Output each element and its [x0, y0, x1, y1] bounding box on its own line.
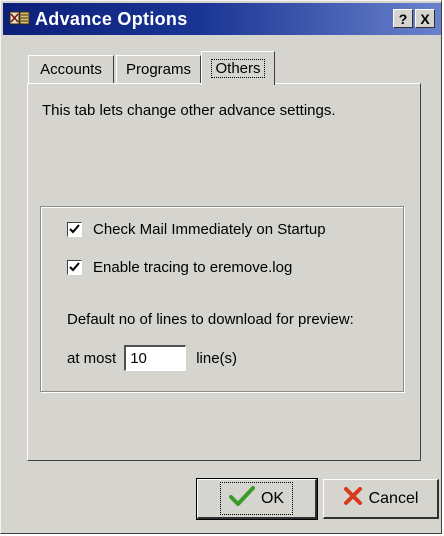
- checkmark-icon: [228, 486, 255, 511]
- app-icon: [9, 9, 31, 29]
- tab-description: This tab lets change other advance setti…: [42, 102, 336, 119]
- lines-input[interactable]: [124, 345, 187, 371]
- enable-tracing-option[interactable]: Enable tracing to eremove.log: [67, 259, 292, 276]
- ok-button[interactable]: OK: [196, 478, 318, 520]
- cancel-label: Cancel: [368, 489, 419, 507]
- title-bar[interactable]: Advance Options ? X: [3, 3, 441, 35]
- tab-programs[interactable]: Programs: [116, 55, 201, 83]
- advance-options-dialog: Advance Options ? X Accounts Programs Ot…: [0, 0, 442, 534]
- window-title: Advance Options: [35, 9, 188, 29]
- check-mail-label: Check Mail Immediately on Startup: [93, 221, 326, 238]
- others-tab-panel: This tab lets change other advance setti…: [27, 83, 421, 461]
- lines-unit-label: line(s): [196, 349, 238, 367]
- check-mail-checkbox[interactable]: [67, 222, 82, 237]
- preview-lines-row: at most line(s): [67, 345, 237, 371]
- tab-accounts[interactable]: Accounts: [28, 55, 114, 83]
- help-button[interactable]: ?: [393, 9, 413, 28]
- close-button[interactable]: X: [415, 9, 435, 28]
- check-mail-option[interactable]: Check Mail Immediately on Startup: [67, 221, 326, 238]
- tab-programs-label: Programs: [125, 61, 192, 78]
- cancel-button[interactable]: Cancel: [323, 479, 439, 519]
- options-group: Check Mail Immediately on Startup Enable…: [40, 206, 404, 392]
- enable-tracing-label: Enable tracing to eremove.log: [93, 259, 293, 276]
- x-icon: [343, 486, 363, 511]
- preview-lines-note: Default no of lines to download for prev…: [67, 311, 354, 328]
- tab-others[interactable]: Others: [201, 51, 275, 85]
- at-most-label: at most: [67, 349, 117, 367]
- tab-others-label: Others: [211, 59, 265, 78]
- tab-accounts-label: Accounts: [40, 61, 102, 78]
- ok-label: OK: [260, 489, 285, 507]
- enable-tracing-checkbox[interactable]: [67, 260, 82, 275]
